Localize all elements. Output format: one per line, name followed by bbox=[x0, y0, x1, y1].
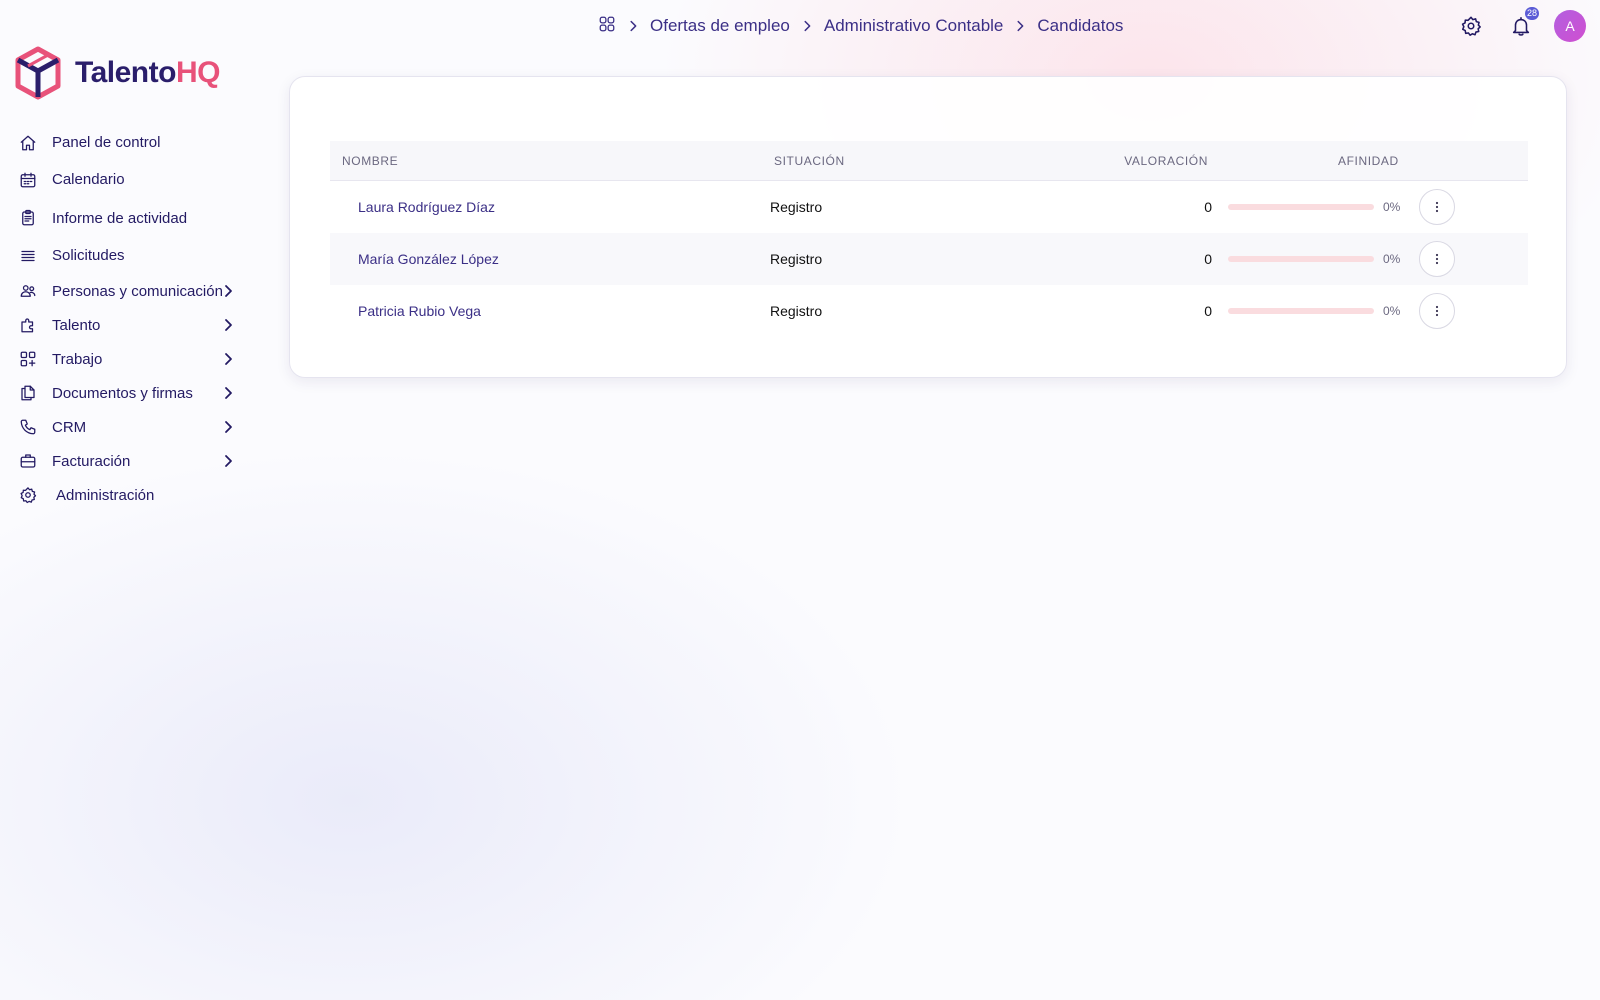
calendar-icon bbox=[18, 170, 38, 190]
chevron-right-icon bbox=[626, 19, 640, 33]
row-actions-button[interactable] bbox=[1419, 189, 1455, 225]
sidebar-item-personas-y-comunicacion[interactable]: Personas y comunicación bbox=[14, 274, 246, 308]
notification-count-badge: 28 bbox=[1524, 7, 1539, 20]
chevron-right-icon bbox=[220, 351, 236, 367]
briefcase-icon bbox=[18, 451, 38, 471]
candidate-name-link[interactable]: Laura Rodríguez Díaz bbox=[330, 199, 770, 215]
brand-name-part2: HQ bbox=[175, 56, 221, 89]
candidate-rating: 0 bbox=[1204, 199, 1212, 215]
sidebar-item-panel-de-control[interactable]: Panel de control bbox=[14, 125, 246, 160]
sidebar-item-label: Solicitudes bbox=[52, 247, 125, 264]
more-vertical-icon bbox=[1435, 201, 1439, 213]
affinity-bar bbox=[1228, 308, 1374, 314]
candidates-card: NOMBRE SITUACIÓN VALORACIÓN AFINIDAD Lau… bbox=[289, 76, 1567, 378]
notifications-button[interactable]: 28 bbox=[1506, 7, 1539, 41]
affinity-bar bbox=[1228, 204, 1374, 210]
column-header-rating[interactable]: VALORACIÓN bbox=[1100, 154, 1212, 168]
sidebar-item-documentos-y-firmas[interactable]: Documentos y firmas bbox=[14, 376, 246, 410]
column-header-affinity[interactable]: AFINIDAD bbox=[1212, 154, 1462, 168]
clipboard-icon bbox=[18, 208, 38, 228]
candidate-rating: 0 bbox=[1204, 303, 1212, 319]
sidebar-item-label: Facturación bbox=[52, 452, 131, 470]
users-icon bbox=[18, 281, 38, 301]
gear-icon bbox=[18, 485, 38, 505]
affinity-percent: 0% bbox=[1383, 304, 1401, 318]
chevron-right-icon bbox=[220, 419, 236, 435]
sidebar-item-label: Trabajo bbox=[52, 350, 103, 368]
sidebar-item-facturacion[interactable]: Facturación bbox=[14, 444, 246, 478]
candidates-table: NOMBRE SITUACIÓN VALORACIÓN AFINIDAD Lau… bbox=[330, 141, 1528, 337]
sidebar-item-calendario[interactable]: Calendario bbox=[14, 160, 246, 199]
sidebar-item-label: Talento bbox=[52, 316, 101, 334]
puzzle-icon bbox=[18, 315, 38, 335]
sidebar-item-label: CRM bbox=[52, 418, 87, 436]
grid-plus-icon bbox=[18, 349, 38, 369]
breadcrumb-candidatos[interactable]: Candidatos bbox=[1037, 16, 1123, 36]
sidebar-item-administracion[interactable]: Administración bbox=[14, 478, 246, 512]
breadcrumb: Ofertas de empleo Administrativo Contabl… bbox=[598, 14, 1123, 38]
documents-icon bbox=[18, 383, 38, 403]
column-header-status[interactable]: SITUACIÓN bbox=[770, 154, 1100, 168]
avatar[interactable]: A bbox=[1554, 10, 1586, 42]
chevron-right-icon bbox=[800, 19, 814, 33]
table-row[interactable]: Patricia Rubio Vega Registro 0 0% bbox=[330, 285, 1528, 337]
row-actions-button[interactable] bbox=[1419, 241, 1455, 277]
candidate-rating: 0 bbox=[1204, 251, 1212, 267]
column-header-name[interactable]: NOMBRE bbox=[330, 154, 770, 168]
sidebar-item-label: Documentos y firmas bbox=[52, 384, 193, 402]
candidate-name-link[interactable]: Patricia Rubio Vega bbox=[330, 303, 770, 319]
sidebar-item-solicitudes[interactable]: Solicitudes bbox=[14, 237, 246, 274]
cube-logo-icon bbox=[15, 46, 61, 100]
affinity-percent: 0% bbox=[1383, 200, 1401, 214]
sidebar-item-label: Panel de control bbox=[52, 134, 161, 151]
breadcrumb-ofertas-de-empleo[interactable]: Ofertas de empleo bbox=[650, 16, 790, 36]
affinity-bar bbox=[1228, 256, 1374, 262]
sidebar-item-label: Personas y comunicación bbox=[52, 282, 223, 300]
row-actions-button[interactable] bbox=[1419, 293, 1455, 329]
apps-icon[interactable] bbox=[598, 15, 616, 38]
sidebar-item-informe-de-actividad[interactable]: Informe de actividad bbox=[14, 199, 246, 237]
list-icon bbox=[18, 246, 38, 266]
candidate-name-link[interactable]: María González López bbox=[330, 251, 770, 267]
brand-logo[interactable]: TalentoHQ bbox=[14, 46, 220, 100]
brand-name-part1: Talento bbox=[75, 56, 176, 89]
chevron-right-icon bbox=[1013, 19, 1027, 33]
breadcrumb-administrativo-contable[interactable]: Administrativo Contable bbox=[824, 16, 1004, 36]
sidebar-item-label: Informe de actividad bbox=[52, 209, 188, 227]
home-icon bbox=[18, 133, 38, 153]
sidebar-nav: Panel de control Calendario Informe de a… bbox=[14, 125, 246, 512]
sidebar-item-label: Calendario bbox=[52, 171, 125, 188]
phone-icon bbox=[18, 417, 38, 437]
sidebar-item-label: Administración bbox=[56, 486, 155, 504]
chevron-right-icon bbox=[220, 283, 236, 299]
settings-button[interactable] bbox=[1456, 11, 1486, 41]
candidate-status: Registro bbox=[770, 303, 823, 319]
sidebar-item-trabajo[interactable]: Trabajo bbox=[14, 342, 246, 376]
affinity-percent: 0% bbox=[1383, 252, 1401, 266]
sidebar-item-talento[interactable]: Talento bbox=[14, 308, 246, 342]
chevron-right-icon bbox=[220, 317, 236, 333]
candidate-status: Registro bbox=[770, 251, 823, 267]
sidebar-item-crm[interactable]: CRM bbox=[14, 410, 246, 444]
top-actions: 28 A bbox=[1456, 7, 1586, 42]
more-vertical-icon bbox=[1435, 305, 1439, 317]
table-row[interactable]: Laura Rodríguez Díaz Registro 0 0% bbox=[330, 181, 1528, 233]
table-row[interactable]: María González López Registro 0 0% bbox=[330, 233, 1528, 285]
chevron-right-icon bbox=[220, 385, 236, 401]
gear-icon bbox=[1461, 16, 1481, 36]
affinity-cell: 0% bbox=[1212, 189, 1462, 225]
brand-name: TalentoHQ bbox=[75, 56, 220, 90]
chevron-right-icon bbox=[220, 453, 236, 469]
table-header: NOMBRE SITUACIÓN VALORACIÓN AFINIDAD bbox=[330, 141, 1528, 181]
candidate-status: Registro bbox=[770, 199, 823, 215]
affinity-cell: 0% bbox=[1212, 241, 1462, 277]
affinity-cell: 0% bbox=[1212, 293, 1462, 329]
more-vertical-icon bbox=[1435, 253, 1439, 265]
